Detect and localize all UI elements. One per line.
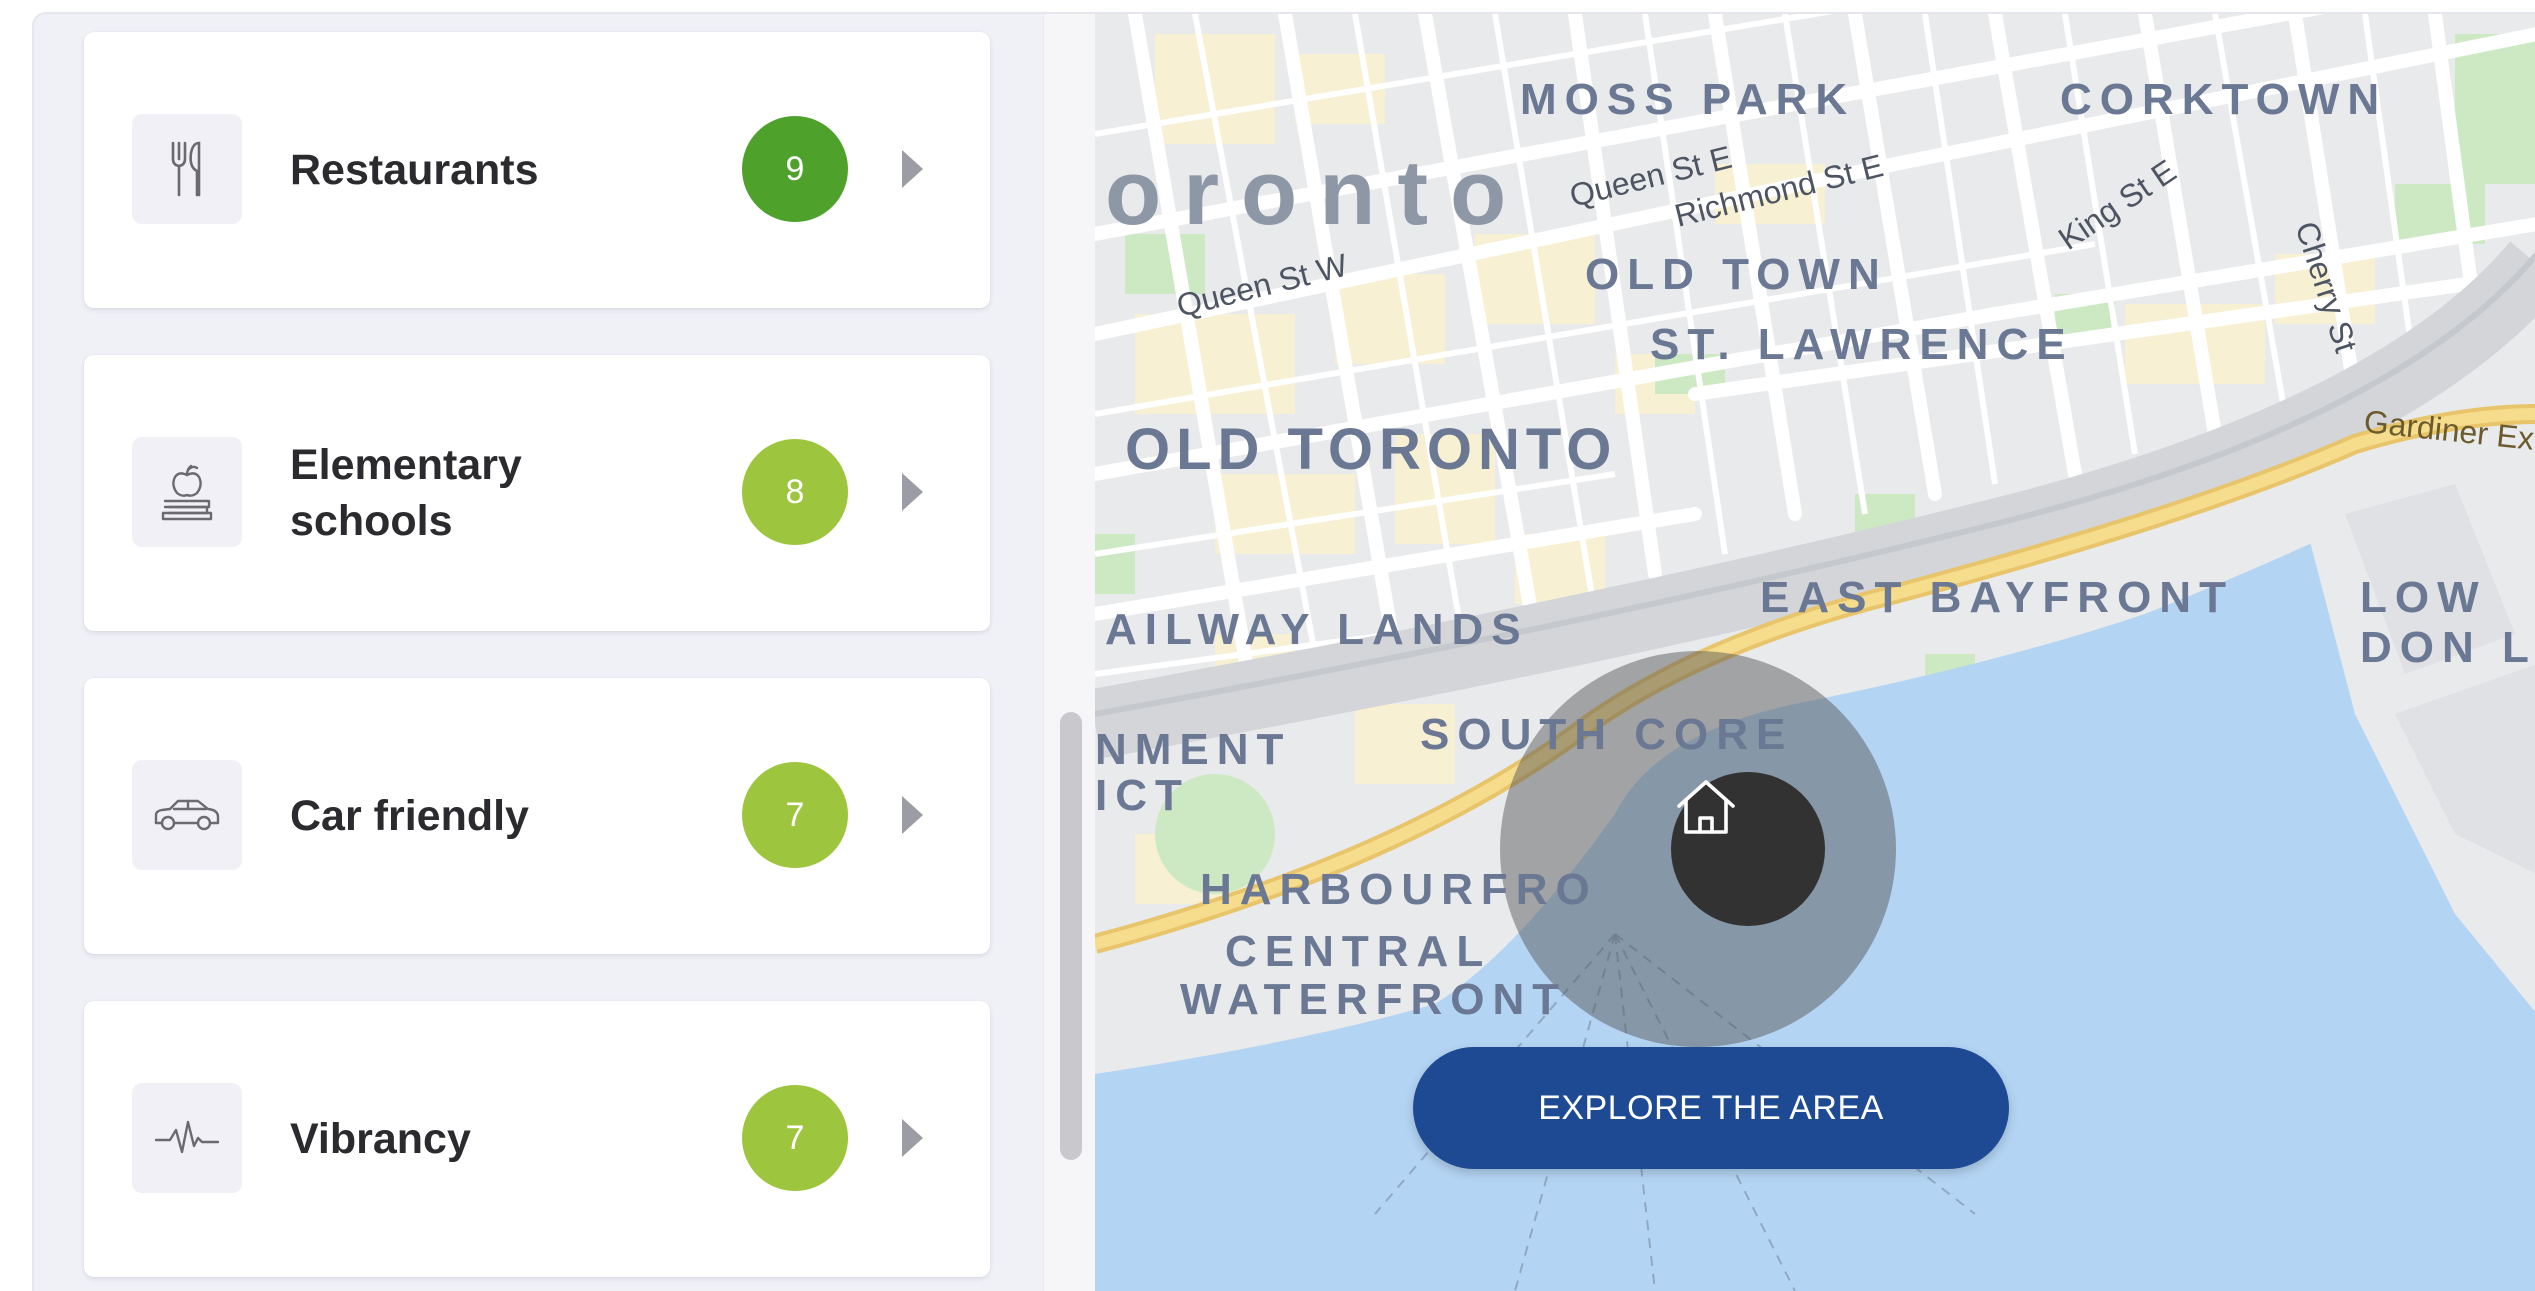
app-window: Restaurants 9 Elementary schools 8 Car f… — [32, 12, 2535, 1291]
heartbeat-icon — [132, 1083, 242, 1193]
home-marker-button[interactable] — [1671, 772, 1825, 926]
fork-knife-icon — [132, 114, 242, 224]
map-label: MOSS PARK — [1520, 75, 1855, 124]
scrollbar-thumb[interactable] — [1060, 712, 1082, 1160]
category-label: Elementary schools — [290, 441, 522, 545]
score-badge: 7 — [742, 1085, 848, 1191]
map-label: WATERFRONT — [1180, 975, 1567, 1024]
apple-books-icon — [132, 437, 242, 547]
map-label: DON LA — [2360, 623, 2535, 672]
map-label: AILWAY LANDS — [1105, 605, 1529, 654]
category-card-elementary-schools[interactable]: Elementary schools 8 — [84, 355, 990, 631]
map-label: LOW — [2360, 573, 2487, 622]
map-label: CORKTOWN — [2060, 75, 2387, 124]
category-label: Car friendly — [290, 792, 529, 840]
map-label: ST. LAWRENCE — [1650, 320, 2074, 369]
category-card-vibrancy[interactable]: Vibrancy 7 — [84, 1001, 990, 1277]
score-badge: 9 — [742, 116, 848, 222]
score-badge: 7 — [742, 762, 848, 868]
chevron-right-icon — [902, 150, 923, 188]
map-label: HARBOURFRO — [1200, 865, 1598, 914]
category-label: Vibrancy — [290, 1115, 471, 1163]
category-label: Restaurants — [290, 146, 539, 194]
map-label: SOUTH CORE — [1420, 710, 1793, 759]
map-view[interactable]: MOSS PARK CORKTOWN OLD TOWN ST. LAWRENCE… — [1095, 14, 2535, 1291]
explore-area-button[interactable]: EXPLORE THE AREA — [1413, 1047, 2009, 1169]
map-label-old-toronto: OLD TORONTO — [1125, 417, 1617, 482]
home-icon — [1677, 780, 1735, 834]
map-label-city: oronto — [1105, 142, 1528, 244]
chevron-right-icon — [902, 473, 923, 511]
map-label: OLD TOWN — [1585, 250, 1888, 299]
map-label: ICT — [1095, 771, 1190, 820]
map-label: NMENT — [1095, 725, 1291, 774]
category-card-restaurants[interactable]: Restaurants 9 — [84, 32, 990, 308]
scrollbar-track[interactable] — [1043, 14, 1096, 1291]
chevron-right-icon — [902, 796, 923, 834]
map-label: CENTRAL — [1225, 927, 1491, 976]
map-label: EAST BAYFRONT — [1760, 573, 2234, 622]
category-card-car-friendly[interactable]: Car friendly 7 — [84, 678, 990, 954]
chevron-right-icon — [902, 1119, 923, 1157]
category-list: Restaurants 9 Elementary schools 8 Car f… — [34, 14, 1043, 1291]
car-icon — [132, 760, 242, 870]
score-badge: 8 — [742, 439, 848, 545]
